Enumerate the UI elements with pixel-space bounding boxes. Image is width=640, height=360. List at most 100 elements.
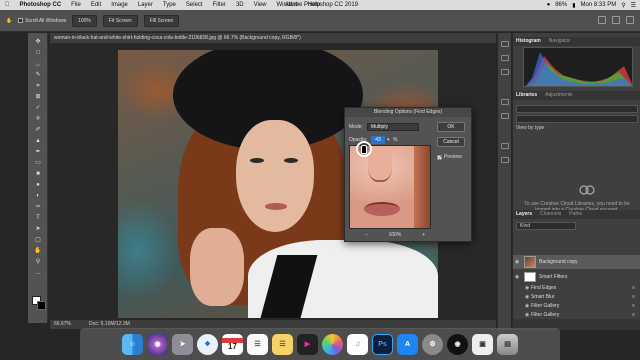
- filter-options-icon[interactable]: ≡: [632, 303, 635, 309]
- view-by-dropdown[interactable]: View by type: [516, 125, 544, 131]
- battery-icon[interactable]: ▮: [572, 2, 575, 9]
- lasso-tool-icon[interactable]: ◡: [33, 61, 43, 68]
- menu-layer[interactable]: Layer: [133, 2, 158, 8]
- eyedropper-tool-icon[interactable]: ✓: [33, 105, 43, 112]
- preview-app-icon[interactable]: ▣: [472, 333, 493, 355]
- zoom-tool-icon[interactable]: ⚲: [33, 259, 43, 266]
- notes-icon[interactable]: ☰: [272, 333, 293, 355]
- apple-menu-icon[interactable]: : [0, 2, 15, 8]
- tab-histogram[interactable]: Histogram: [516, 37, 541, 46]
- character-panel-icon[interactable]: [501, 99, 509, 105]
- wifi-icon[interactable]: ●: [547, 2, 551, 8]
- brushes-panel-icon[interactable]: [501, 157, 509, 163]
- app-store-icon[interactable]: A: [397, 333, 418, 355]
- zoom-level[interactable]: 66.67%: [54, 320, 71, 329]
- eye-icon[interactable]: ◉: [523, 312, 531, 318]
- move-tool-icon[interactable]: ✥: [33, 39, 43, 46]
- menu-filter[interactable]: Filter: [208, 2, 231, 8]
- zoom-out-icon[interactable]: −: [365, 232, 368, 238]
- launchpad-icon[interactable]: ➤: [172, 333, 193, 355]
- tab-navigator[interactable]: Navigator: [549, 37, 570, 46]
- system-preferences-icon[interactable]: ⚙: [422, 333, 443, 355]
- library-select[interactable]: [516, 105, 638, 113]
- menu-view[interactable]: View: [249, 2, 272, 8]
- tab-libraries[interactable]: Libraries: [516, 91, 537, 100]
- cancel-button[interactable]: Cancel: [437, 137, 465, 147]
- eye-icon[interactable]: ◉: [513, 274, 521, 280]
- search-icon[interactable]: [598, 16, 606, 24]
- share-icon[interactable]: [626, 16, 634, 24]
- workspace-icon[interactable]: [612, 16, 620, 24]
- dialog-title[interactable]: Blending Options (Find Edges): [345, 108, 471, 117]
- swatches-panel-icon[interactable]: [501, 143, 509, 149]
- history-panel-icon[interactable]: [501, 41, 509, 47]
- layer-kind-filter[interactable]: Kind: [516, 222, 576, 230]
- tab-channels[interactable]: Channels: [540, 210, 561, 219]
- eraser-tool-icon[interactable]: ▭: [33, 160, 43, 167]
- quick-select-tool-icon[interactable]: ✎: [33, 72, 43, 79]
- paragraph-panel-icon[interactable]: [501, 113, 509, 119]
- color-swatches[interactable]: [32, 296, 46, 310]
- fit-screen-button[interactable]: Fit Screen: [102, 14, 138, 27]
- zoom-in-icon[interactable]: +: [422, 232, 425, 238]
- finder-icon[interactable]: ☺: [122, 333, 143, 355]
- calendar-icon[interactable]: 17: [222, 333, 243, 355]
- filter-row[interactable]: ◉ Filter Gallery ≡: [513, 311, 640, 319]
- history-brush-tool-icon[interactable]: ✒: [33, 149, 43, 156]
- layer-name[interactable]: Background copy: [539, 259, 578, 265]
- filter-name[interactable]: Filter Gallery: [531, 312, 559, 318]
- preview-image[interactable]: [349, 145, 431, 229]
- fill-screen-button[interactable]: Fill Screen: [143, 14, 180, 27]
- filter-options-icon[interactable]: ≡: [632, 312, 635, 318]
- safari-icon[interactable]: ❖: [197, 333, 218, 355]
- filter-name[interactable]: Filter Gallery: [531, 303, 559, 309]
- path-selection-tool-icon[interactable]: ➤: [33, 226, 43, 233]
- tab-layers[interactable]: Layers: [516, 210, 532, 219]
- filter-row[interactable]: ◉ Find Edges ≡: [513, 284, 640, 292]
- ok-button[interactable]: OK: [437, 122, 465, 132]
- music-icon[interactable]: ♫: [347, 333, 368, 355]
- background-color-swatch[interactable]: [37, 301, 46, 310]
- reminders-icon[interactable]: ☰: [247, 333, 268, 355]
- opacity-dropdown-icon[interactable]: ▾: [387, 137, 390, 143]
- tab-paths[interactable]: Paths: [569, 210, 582, 219]
- filter-options-icon[interactable]: ≡: [632, 285, 635, 291]
- trash-icon[interactable]: ▤: [497, 333, 518, 355]
- screen-recorder-icon[interactable]: ◉: [447, 333, 468, 355]
- filter-name[interactable]: Smart Blur: [531, 294, 555, 300]
- eye-icon[interactable]: ◉: [523, 303, 531, 309]
- hand-tool-icon[interactable]: ✋: [6, 18, 12, 24]
- gradient-tool-icon[interactable]: ■: [33, 171, 43, 178]
- notification-center-icon[interactable]: ☰: [631, 2, 636, 9]
- menu-select[interactable]: Select: [181, 2, 208, 8]
- menu-type[interactable]: Type: [158, 2, 181, 8]
- filter-name[interactable]: Find Edges: [531, 285, 556, 291]
- layer-row[interactable]: ◉ Smart Filters: [513, 271, 640, 283]
- filter-row[interactable]: ◉ Filter Gallery ≡: [513, 302, 640, 310]
- tab-adjustments[interactable]: Adjustments: [545, 91, 573, 100]
- preview-checkbox[interactable]: ✓ Preview: [437, 154, 462, 160]
- clock[interactable]: Mon 8:33 PM: [581, 2, 617, 8]
- menu-edit[interactable]: Edit: [86, 2, 106, 8]
- type-tool-icon[interactable]: T: [33, 215, 43, 222]
- rectangle-tool-icon[interactable]: ▢: [33, 237, 43, 244]
- frame-tool-icon[interactable]: ⊠: [33, 94, 43, 101]
- dodge-tool-icon[interactable]: ◐: [33, 193, 43, 200]
- eye-icon[interactable]: ◉: [513, 259, 521, 265]
- final-cut-pro-icon[interactable]: ▶: [297, 333, 318, 355]
- menu-file[interactable]: File: [66, 2, 86, 8]
- more-tools-icon[interactable]: …: [33, 270, 43, 277]
- zoom-100-button[interactable]: 100%: [72, 14, 97, 27]
- document-tab[interactable]: woman-in-black-hat-and-white-shirt-holdi…: [50, 33, 496, 44]
- pen-tool-icon[interactable]: ✑: [33, 204, 43, 211]
- opacity-input[interactable]: 43: [371, 136, 385, 144]
- mode-select[interactable]: Multiply: [367, 123, 419, 131]
- properties-panel-icon[interactable]: [501, 55, 509, 61]
- hand-tool-icon[interactable]: ✋: [33, 248, 43, 255]
- filter-row[interactable]: ◉ Smart Blur ≡: [513, 293, 640, 301]
- crop-tool-icon[interactable]: ⌗: [33, 83, 43, 90]
- eye-icon[interactable]: ◉: [523, 294, 531, 300]
- menu-app-name[interactable]: Photoshop CC: [15, 2, 67, 8]
- blur-tool-icon[interactable]: ●: [33, 182, 43, 189]
- photoshop-icon[interactable]: Ps: [372, 333, 393, 355]
